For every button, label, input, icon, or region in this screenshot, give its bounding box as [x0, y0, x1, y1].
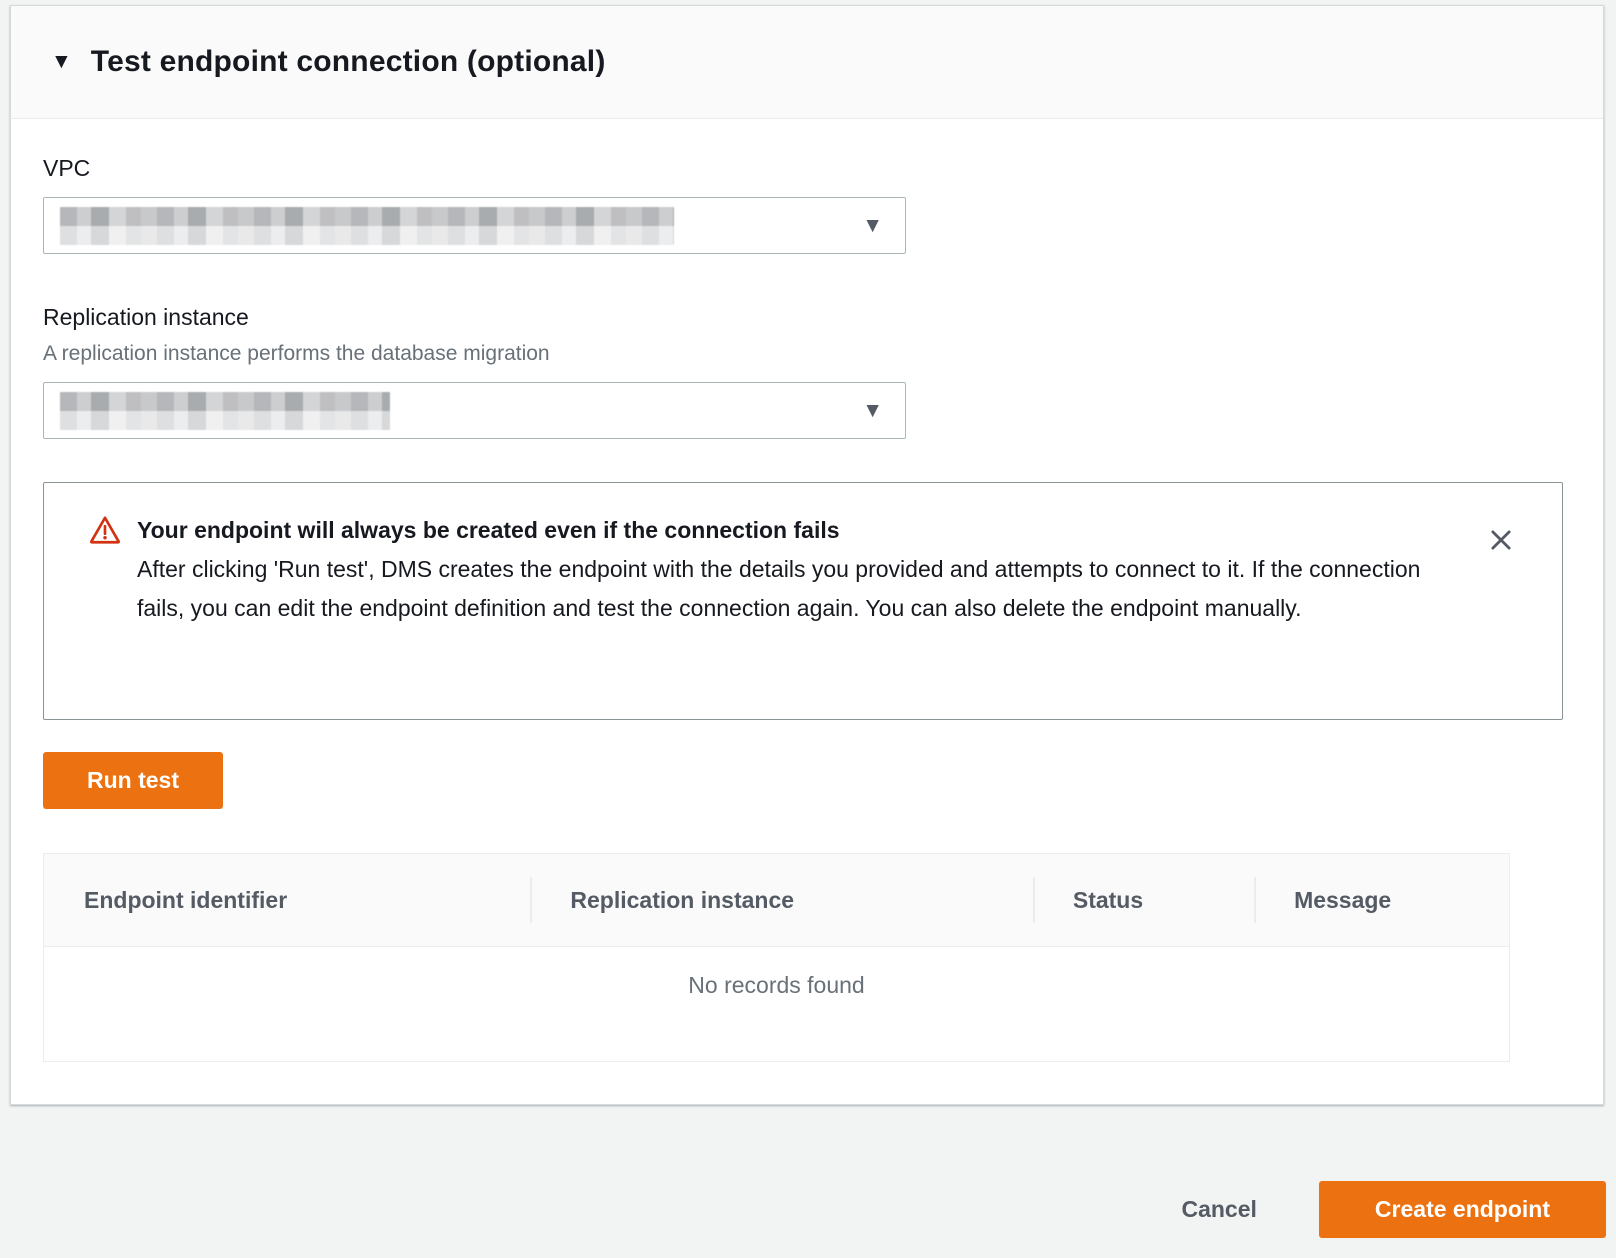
close-icon[interactable]: [1486, 525, 1516, 555]
caret-down-icon: ▼: [862, 399, 883, 423]
column-header-replication-instance[interactable]: Replication instance: [530, 854, 1032, 946]
test-endpoint-connection-panel: ▼ Test endpoint connection (optional) VP…: [10, 5, 1604, 1105]
warning-content: Your endpoint will always be created eve…: [137, 511, 1432, 673]
create-endpoint-button[interactable]: Create endpoint: [1319, 1181, 1606, 1238]
replication-instance-label: Replication instance: [43, 304, 1563, 330]
redacted-replication-instance-value: [60, 392, 390, 430]
column-header-message[interactable]: Message: [1254, 854, 1509, 946]
panel-title: Test endpoint connection (optional): [91, 44, 606, 80]
replication-instance-description: A replication instance performs the data…: [43, 342, 1563, 366]
column-header-status[interactable]: Status: [1033, 854, 1254, 946]
panel-header[interactable]: ▼ Test endpoint connection (optional): [11, 6, 1603, 119]
replication-instance-field: Replication instance A replication insta…: [43, 304, 1563, 439]
cancel-button[interactable]: Cancel: [1181, 1196, 1256, 1223]
run-test-button[interactable]: Run test: [43, 752, 223, 809]
warning-title: Your endpoint will always be created eve…: [137, 511, 1432, 550]
vpc-select[interactable]: ▼: [43, 197, 906, 254]
form-footer: Cancel Create endpoint: [0, 1105, 1616, 1238]
panel-body: VPC ▼ Replication instance A replication…: [11, 119, 1603, 1104]
warning-triangle-icon: [89, 511, 121, 673]
table-header-row: Endpoint identifier Replication instance…: [44, 854, 1509, 947]
vpc-field: VPC ▼: [43, 155, 1563, 254]
vpc-label: VPC: [43, 155, 1563, 181]
caret-down-icon: ▼: [862, 214, 883, 238]
connection-results-table: Endpoint identifier Replication instance…: [43, 853, 1510, 1062]
triangle-down-icon: ▼: [51, 44, 72, 80]
warning-alert: Your endpoint will always be created eve…: [43, 482, 1563, 720]
column-header-endpoint-identifier[interactable]: Endpoint identifier: [44, 854, 530, 946]
replication-instance-select[interactable]: ▼: [43, 382, 906, 439]
empty-state-message: No records found: [44, 947, 1509, 1061]
warning-body: After clicking 'Run test', DMS creates t…: [137, 550, 1432, 628]
redacted-vpc-value: [60, 207, 674, 245]
